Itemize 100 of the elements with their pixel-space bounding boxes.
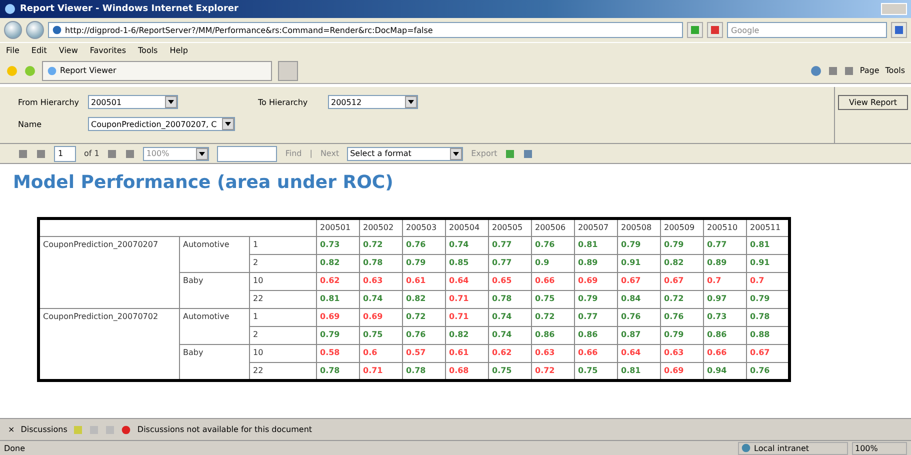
value-cell: 0.87 — [618, 326, 660, 344]
page-count: of 1 — [84, 149, 100, 158]
value-cell: 0.82 — [660, 254, 704, 272]
value-cell: 0.62 — [488, 344, 532, 362]
column-header: 200510 — [704, 218, 746, 236]
browser-tab[interactable]: Report Viewer — [42, 60, 272, 80]
menu-item[interactable]: Tools — [138, 46, 158, 55]
value-cell: 0.78 — [488, 290, 532, 308]
value-cell: 0.69 — [316, 308, 360, 326]
parameter-dropdown[interactable]: CouponPrediction_20070207, C — [88, 117, 235, 131]
column-header: 200509 — [660, 218, 704, 236]
value-cell: 0.66 — [704, 344, 746, 362]
column-header: 200507 — [574, 218, 618, 236]
column-header: 200508 — [618, 218, 660, 236]
refresh-button[interactable] — [687, 22, 703, 38]
value-cell: 0.81 — [574, 236, 618, 254]
value-cell: 0.6 — [360, 344, 402, 362]
close-button[interactable]: × — [8, 425, 15, 434]
format-dropdown[interactable]: Select a format — [347, 146, 464, 160]
value-cell: 0.79 — [316, 326, 360, 344]
value-cell: 0.72 — [532, 308, 574, 326]
value-cell: 0.69 — [574, 272, 618, 290]
zoom-control[interactable]: 100% — [852, 442, 907, 454]
search-button[interactable] — [891, 22, 907, 38]
menu-item[interactable]: File — [6, 46, 20, 55]
column-header: 200503 — [402, 218, 446, 236]
value-cell: 0.89 — [574, 254, 618, 272]
value-cell: 0.61 — [446, 344, 488, 362]
value-cell: 0.7 — [704, 272, 746, 290]
caret-icon — [199, 152, 206, 156]
category-cell: Automotive — [180, 236, 250, 272]
find-field[interactable] — [217, 146, 278, 162]
address-field[interactable]: http://digprod-1-6/ReportServer?/MM/Performance&rs:Command=Render&rc:DocMap=false — [48, 22, 683, 38]
value-cell: 0.72 — [402, 308, 446, 326]
value-cell: 0.89 — [704, 254, 746, 272]
search-placeholder: Google — [731, 26, 760, 34]
category-cell: Automotive — [180, 308, 250, 344]
forward-button[interactable] — [26, 21, 44, 39]
value-cell: 0.71 — [446, 308, 488, 326]
value-cell: 0.79 — [660, 326, 704, 344]
value-cell: 0.74 — [360, 290, 402, 308]
parameter-label: From Hierarchy — [18, 98, 80, 106]
value-cell: 0.77 — [574, 308, 618, 326]
value-cell: 0.77 — [488, 254, 532, 272]
zoom-dropdown[interactable]: 100% — [143, 146, 210, 160]
column-header: 200502 — [360, 218, 402, 236]
window-controls[interactable] — [881, 3, 907, 15]
segment-cell: 10 — [250, 272, 316, 290]
value-cell: 0.97 — [704, 290, 746, 308]
value-cell: 0.82 — [402, 290, 446, 308]
segment-cell: 22 — [250, 290, 316, 308]
value-cell: 0.79 — [618, 236, 660, 254]
window-title: Report Viewer - Windows Internet Explorer — [20, 4, 238, 14]
value-cell: 0.78 — [360, 254, 402, 272]
value-cell: 0.82 — [316, 254, 360, 272]
value-cell: 0.86 — [704, 326, 746, 344]
menu-item[interactable]: Help — [170, 46, 188, 55]
new-tab-button[interactable] — [278, 60, 298, 80]
value-cell: 0.73 — [316, 236, 360, 254]
value-cell: 0.76 — [402, 326, 446, 344]
value-cell: 0.84 — [618, 290, 660, 308]
view-report-button[interactable]: View Report — [838, 95, 908, 110]
value-cell: 0.75 — [360, 326, 402, 344]
value-cell: 0.72 — [360, 236, 402, 254]
segment-cell: 1 — [250, 236, 316, 254]
report-title: Model Performance (area under ROC) — [13, 172, 394, 193]
value-cell: 0.79 — [402, 254, 446, 272]
value-cell: 0.76 — [660, 308, 704, 326]
caret-icon — [168, 100, 174, 104]
value-cell: 0.67 — [660, 272, 704, 290]
category-cell: Baby — [180, 272, 250, 308]
separator-text: | — [310, 149, 312, 158]
search-field[interactable]: Google — [727, 22, 887, 38]
value-cell: 0.77 — [704, 236, 746, 254]
back-button[interactable] — [4, 21, 22, 39]
page-field[interactable]: 1 — [54, 146, 76, 162]
value-cell: 0.79 — [660, 236, 704, 254]
value-cell: 0.9 — [532, 254, 574, 272]
segment-cell: 10 — [250, 344, 316, 362]
column-header: 200505 — [488, 218, 532, 236]
column-header: 200501 — [316, 218, 360, 236]
parameter-dropdown[interactable]: 200512 — [328, 95, 418, 109]
stop-button[interactable] — [707, 22, 723, 38]
value-cell: 0.86 — [532, 326, 574, 344]
menu-item[interactable]: View — [58, 46, 78, 55]
value-cell: 0.76 — [618, 308, 660, 326]
column-header: 200506 — [532, 218, 574, 236]
discussions-message: Discussions not available for this document — [137, 425, 312, 434]
command-menu[interactable]: Tools — [885, 66, 905, 75]
parameter-dropdown[interactable]: 200501 — [88, 95, 178, 109]
segment-cell: 2 — [250, 254, 316, 272]
parameter-label: To Hierarchy — [258, 98, 309, 106]
command-menu[interactable]: Page — [860, 66, 880, 75]
menu-item[interactable]: Edit — [31, 46, 47, 55]
menu-item[interactable]: Favorites — [90, 46, 126, 55]
discussions-menu[interactable]: Discussions — [20, 425, 68, 434]
value-cell: 0.81 — [316, 290, 360, 308]
value-cell: 0.75 — [532, 290, 574, 308]
value-cell: 0.74 — [446, 236, 488, 254]
value-cell: 0.72 — [660, 290, 704, 308]
